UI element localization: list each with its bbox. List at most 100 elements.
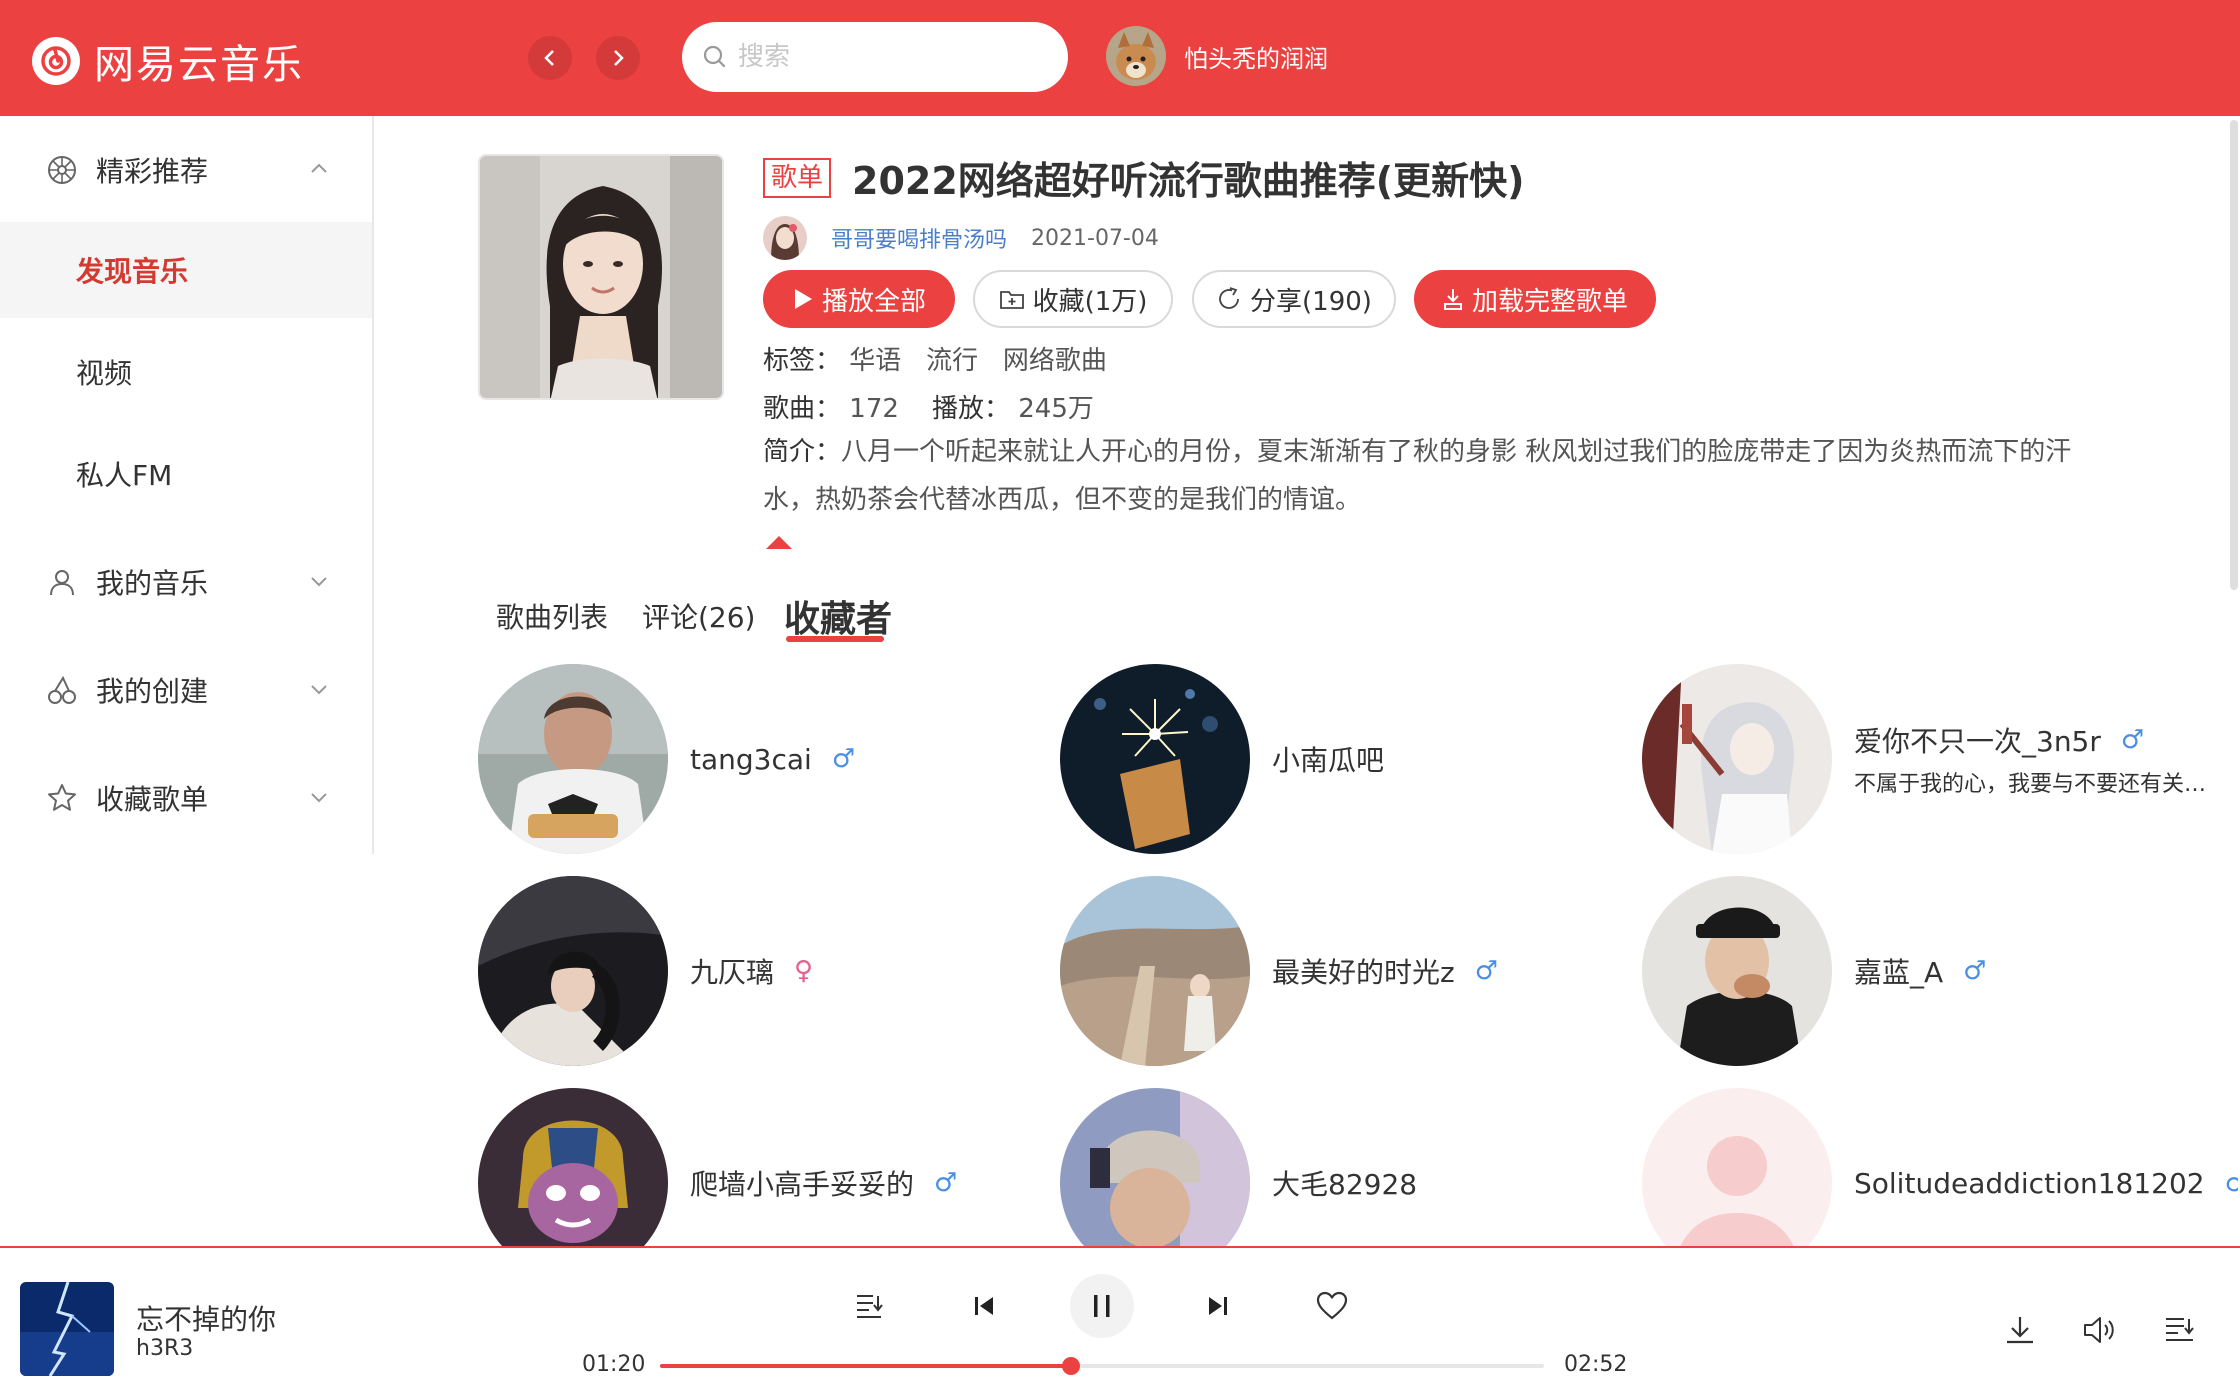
progress-knob[interactable] (1062, 1357, 1081, 1375)
progress-bar[interactable] (660, 1357, 1544, 1375)
progress-fill (660, 1364, 1072, 1368)
collector-avatar (1060, 876, 1250, 1066)
sidebar-group-my-music[interactable]: 我的音乐 (0, 542, 372, 622)
collapse-intro-toggle[interactable] (766, 536, 792, 549)
tags-row: 标签： 华语 流行 网络歌曲 (763, 346, 1107, 376)
sidebar-group-label: 我的创建 (96, 675, 209, 708)
search-box (682, 22, 1068, 92)
male-icon: ♂ (1474, 956, 1499, 986)
tab-song-list[interactable]: 歌曲列表 (496, 596, 608, 636)
collector-avatar (1642, 876, 1832, 1066)
share-button[interactable]: 分享(190) (1192, 270, 1396, 328)
current-time: 01:20 (582, 1352, 646, 1377)
chevron-left-icon (544, 50, 554, 66)
share-icon (1216, 286, 1242, 312)
sidebar-item-fm[interactable]: 私人FM (0, 426, 372, 522)
sidebar-item-label: 发现音乐 (76, 255, 189, 288)
playlist-cover (478, 154, 724, 400)
collector-item[interactable]: 爬墙小高手妥妥的 ♂ (478, 1088, 1048, 1248)
collector-avatar (1642, 664, 1832, 854)
skip-back-icon (975, 1297, 993, 1315)
created-date: 2021-07-04 (1031, 225, 1159, 251)
default-avatar (1642, 1088, 1832, 1248)
collector-item[interactable]: 爱你不只一次_3n5r ♂ 不属于我的心，我要与不要还有关… (1642, 664, 2212, 854)
user-icon (50, 570, 74, 596)
like-button[interactable] (1300, 1274, 1364, 1338)
songs-count: 172 (849, 394, 899, 424)
sidebar-item-label: 视频 (76, 357, 133, 390)
chevron-down-icon (311, 685, 327, 695)
tab-comments[interactable]: 评论(26) (642, 596, 755, 636)
download-button[interactable] (1996, 1306, 2044, 1354)
play-icon (792, 287, 814, 311)
now-playing-artist[interactable]: h3R3 (136, 1336, 193, 1361)
user-avatar (1106, 26, 1166, 86)
previous-track-button[interactable] (952, 1274, 1016, 1338)
sidebar-item-discover[interactable]: 发现音乐 (0, 222, 372, 318)
tab-collectors[interactable]: 收藏者 (784, 590, 892, 642)
playlist-mode-button[interactable] (838, 1274, 902, 1338)
male-icon: ♂ (2120, 725, 2145, 755)
collector-item[interactable]: 嘉蓝_A ♂ (1642, 876, 2212, 1066)
forward-button[interactable] (596, 36, 640, 80)
collector-item[interactable]: tang3cai ♂ (478, 664, 1048, 854)
sidebar-item-label: 私人FM (76, 459, 173, 492)
creator-name-link[interactable]: 哥哥要喝排骨汤吗 (831, 222, 1007, 254)
creator-row: 哥哥要喝排骨汤吗 2021-07-04 (763, 216, 1159, 260)
male-icon: ♂ (1963, 956, 1987, 986)
user-name: 怕头秃的润润 (1184, 44, 1328, 73)
collect-button[interactable]: 收藏(1万) (973, 270, 1173, 328)
now-playing-title[interactable]: 忘不掉的你 (136, 1298, 276, 1338)
collector-avatar (1060, 664, 1250, 854)
queue-button[interactable] (2156, 1306, 2204, 1354)
scrollbar-thumb[interactable] (2230, 120, 2238, 590)
plays-count: 245万 (1018, 394, 1094, 424)
collector-item[interactable]: Solitudeaddiction181202 ♂ (1642, 1088, 2238, 1248)
pause-button[interactable] (1070, 1274, 1134, 1338)
now-playing-cover[interactable] (20, 1282, 114, 1376)
volume-button[interactable] (2076, 1306, 2124, 1354)
collector-avatar (478, 664, 668, 854)
compass-icon (48, 156, 76, 184)
download-box-icon (1442, 286, 1464, 312)
sidebar-group-collected-playlists[interactable]: 收藏歌单 (0, 758, 372, 838)
sidebar-group-label: 精彩推荐 (96, 155, 209, 188)
sidebar-group-my-created[interactable]: 我的创建 (0, 650, 372, 730)
cherries-icon (48, 675, 76, 704)
search-input[interactable] (738, 42, 1038, 72)
collector-name: 九仄璃 (690, 956, 775, 989)
top-bar: 网易云音乐 怕头秃的润润 (0, 0, 2240, 116)
chevron-up-icon (311, 163, 327, 173)
collector-name: 嘉蓝_A (1854, 956, 1944, 989)
app-name: 网易云音乐 (94, 42, 304, 88)
tag-link[interactable]: 华语 (849, 346, 901, 376)
collector-avatar (478, 876, 668, 1066)
skip-forward-icon (1209, 1297, 1227, 1315)
collector-item[interactable]: 九仄璃 ♀ (478, 876, 1048, 1066)
active-tab-indicator (786, 636, 884, 642)
app-logo[interactable]: 网易云音乐 (32, 32, 304, 90)
female-icon: ♀ (794, 956, 814, 986)
next-track-button[interactable] (1186, 1274, 1250, 1338)
list-order-icon (857, 1295, 883, 1318)
load-full-playlist-button[interactable]: 加载完整歌单 (1414, 270, 1656, 328)
collector-name: 爬墙小高手妥妥的 (690, 1168, 915, 1201)
collector-item[interactable]: 大毛82928 (1060, 1088, 1630, 1248)
pause-icon (1094, 1295, 1110, 1317)
tag-link[interactable]: 网络歌曲 (1003, 346, 1107, 376)
sidebar-item-video[interactable]: 视频 (0, 324, 372, 420)
tag-link[interactable]: 流行 (926, 346, 978, 376)
collectors-grid: tang3cai ♂ 小南瓜吧 爱你不只一次_3n5r ♂ 不属于我的心，我要与… (478, 662, 2238, 1248)
back-button[interactable] (528, 36, 572, 80)
chevron-down-icon (311, 577, 327, 587)
collector-name: 爱你不只一次_3n5r (1854, 725, 2101, 758)
play-all-button[interactable]: 播放全部 (763, 270, 955, 328)
user-profile[interactable]: 怕头秃的润润 (1106, 26, 1328, 86)
collector-name: Solitudeaddiction181202 (1854, 1166, 2205, 1200)
sidebar-group-recommend[interactable]: 精彩推荐 (0, 130, 372, 210)
collector-item[interactable]: 最美好的时光z ♂ (1060, 876, 1630, 1066)
sidebar-group-label: 收藏歌单 (96, 783, 209, 816)
volume-icon (2084, 1317, 2114, 1343)
creator-avatar[interactable] (763, 216, 807, 260)
collector-item[interactable]: 小南瓜吧 (1060, 664, 1630, 854)
